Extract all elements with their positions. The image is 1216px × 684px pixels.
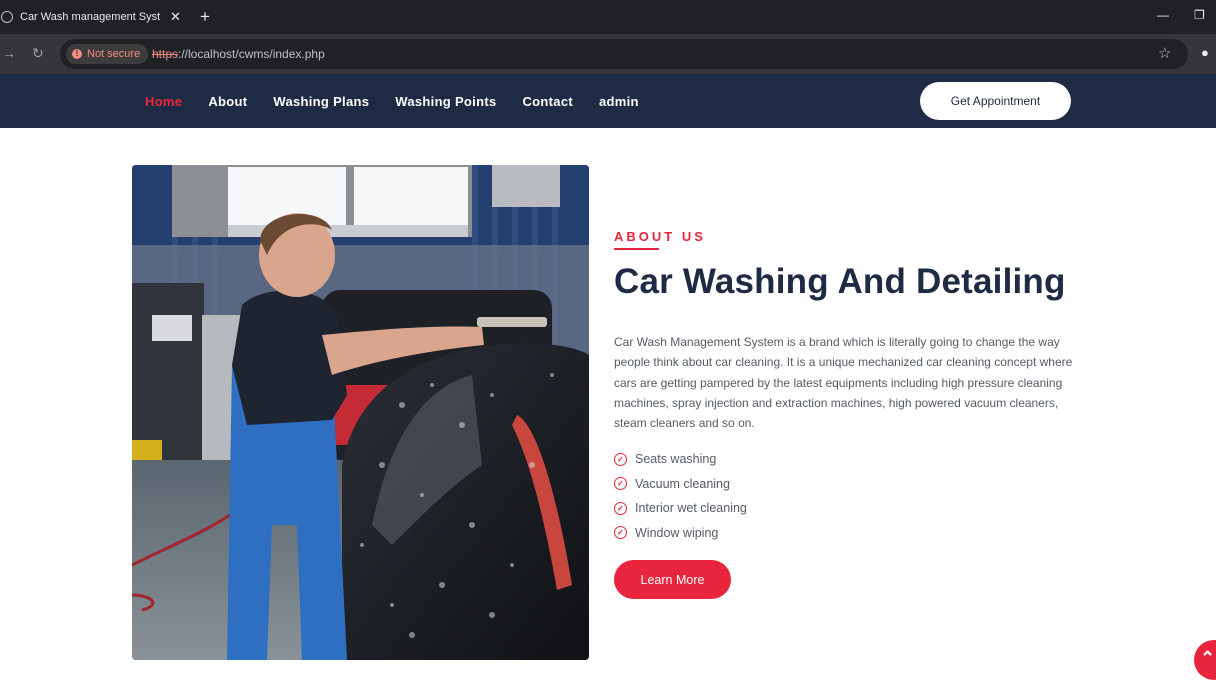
check-circle-icon: ✓ <box>614 501 627 515</box>
feature-list: ✓ Seats washing ✓ Vacuum cleaning ✓ Interior … <box>614 447 747 545</box>
globe-icon <box>1 11 13 23</box>
url-text[interactable]: https://localhost/cwms/index.php <box>152 47 325 61</box>
check-circle-icon: ✓ <box>614 526 627 540</box>
section-heading: Car Washing And Detailing <box>614 262 1066 301</box>
nav-item-admin[interactable]: admin <box>599 94 639 109</box>
scroll-to-top-button[interactable]: ⌃ <box>1194 640 1216 680</box>
section-eyebrow: ABOUT US <box>614 229 706 244</box>
profile-icon[interactable]: ● <box>1201 45 1216 61</box>
url-path: ://localhost/cwms/index.php <box>178 47 325 61</box>
eyebrow-underline <box>614 248 659 250</box>
feature-item: ✓ Window wiping <box>614 521 747 546</box>
nav-item-washing-plans[interactable]: Washing Plans <box>273 94 369 109</box>
tab-title: Car Wash management System <box>20 11 160 23</box>
car-wash-photo <box>132 165 589 660</box>
feature-label: Vacuum cleaning <box>635 476 730 491</box>
car-wash-illustration <box>132 165 589 660</box>
check-circle-icon: ✓ <box>614 477 627 491</box>
nav-links: Home About Washing Plans Washing Points Cont… <box>145 74 665 128</box>
nav-item-contact[interactable]: Contact <box>522 94 573 109</box>
feature-label: Seats washing <box>635 452 717 467</box>
new-tab-icon[interactable]: + <box>200 7 210 27</box>
warning-icon: ! <box>72 49 82 59</box>
nav-item-washing-points[interactable]: Washing Points <box>395 94 496 109</box>
security-label: Not secure <box>87 48 141 60</box>
feature-item: ✓ Vacuum cleaning <box>614 472 747 497</box>
browser-toolbar: → ↻ ! Not secure https://localhost/cwms/… <box>0 34 1216 74</box>
close-tab-icon[interactable]: ✕ <box>170 9 181 25</box>
minimize-icon[interactable]: — <box>1157 8 1169 22</box>
forward-icon[interactable]: → <box>2 45 16 61</box>
address-bar[interactable]: ! Not secure https://localhost/cwms/inde… <box>60 39 1188 69</box>
browser-tab[interactable]: Car Wash management System ✕ <box>0 0 190 34</box>
site-navbar: Home About Washing Plans Washing Points Cont… <box>0 74 1216 128</box>
check-circle-icon: ✓ <box>614 452 627 466</box>
feature-item: ✓ Interior wet cleaning <box>614 496 747 521</box>
nav-item-home[interactable]: Home <box>145 94 182 109</box>
feature-item: ✓ Seats washing <box>614 447 747 472</box>
nav-item-about[interactable]: About <box>208 94 247 109</box>
reload-icon[interactable]: ↻ <box>32 45 44 62</box>
chevron-up-icon: ⌃ <box>1200 648 1216 668</box>
about-paragraph: Car Wash Management System is a brand wh… <box>614 335 1073 431</box>
url-scheme: https <box>152 47 179 61</box>
feature-label: Interior wet cleaning <box>635 501 747 516</box>
get-appointment-button[interactable]: Get Appointment <box>920 82 1071 120</box>
learn-more-button[interactable]: Learn More <box>614 560 731 599</box>
bookmark-star-icon[interactable]: ☆ <box>1158 44 1171 62</box>
restore-icon[interactable]: ❐ <box>1194 8 1205 22</box>
feature-label: Window wiping <box>635 525 719 540</box>
security-chip[interactable]: ! Not secure <box>66 44 149 64</box>
browser-tab-bar: Car Wash management System ✕ + — ❐ <box>0 0 1216 34</box>
